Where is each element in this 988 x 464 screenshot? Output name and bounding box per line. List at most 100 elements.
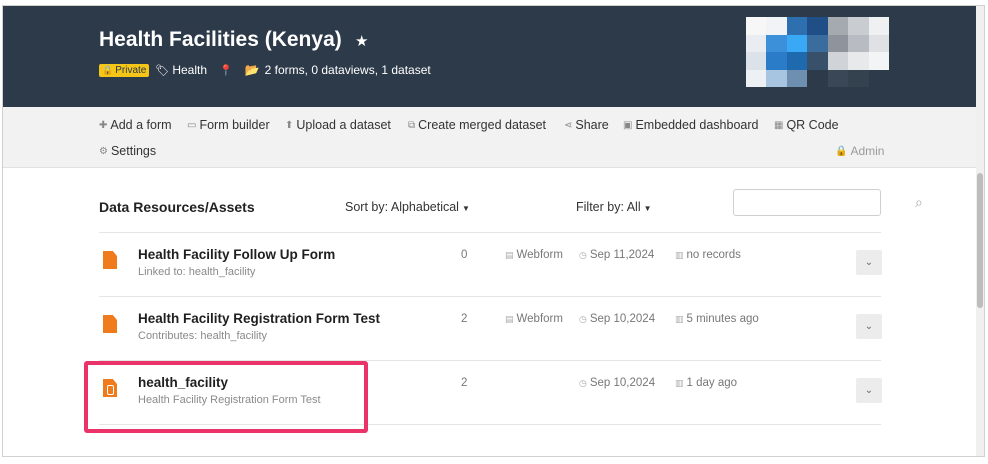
filter-dropdown[interactable]: Filter by: All ▼ [576, 200, 652, 214]
row-date: ◷ Sep 10,2024 [579, 313, 655, 325]
merge-icon: ⧉ [408, 119, 416, 131]
row-count: 2 [461, 313, 468, 325]
lock-icon: 🔒 [835, 145, 848, 157]
star-icon[interactable]: ★ [355, 32, 368, 50]
row-records-label: 5 minutes ago [686, 313, 759, 325]
settings-button[interactable]: ⚙ Settings [99, 144, 156, 158]
add-form-label: Add a form [110, 118, 172, 132]
form-builder-button[interactable]: ▭ Form builder [187, 118, 270, 132]
qr-code-icon: ▦ [774, 119, 784, 131]
upload-dataset-label: Upload a dataset [296, 118, 391, 132]
table-row[interactable]: Health Facility Follow Up Form Linked to… [99, 233, 882, 297]
divider [99, 424, 881, 425]
settings-label: Settings [110, 144, 157, 158]
tag-label: Health [172, 63, 207, 77]
project-title: Health Facilities (Kenya) [99, 28, 342, 51]
calendar-icon: ▥ [675, 250, 684, 260]
row-records-label: 1 day ago [686, 377, 738, 389]
row-subtitle: Contributes: health_facility [138, 330, 268, 342]
row-expand-button[interactable]: ⌄ [856, 250, 882, 275]
calendar-icon: ▥ [675, 378, 684, 388]
row-date: ◷ Sep 11,2024 [579, 249, 654, 261]
project-summary: 2 forms, 0 dataviews, 1 dataset [264, 63, 431, 77]
gear-icon: ⚙ [99, 145, 108, 157]
sort-prefix: Sort by: [345, 200, 391, 214]
search-input[interactable] [733, 189, 881, 216]
chevron-down-icon: ⌄ [864, 321, 874, 332]
row-records-label: no records [686, 249, 741, 261]
row-records: ▥ 1 day ago [675, 377, 737, 389]
row-type-label: Webform [516, 313, 563, 325]
form-builder-label: Form builder [199, 118, 270, 132]
chevron-down-icon: ⌄ [864, 257, 874, 268]
sort-value: Alphabetical [390, 200, 459, 214]
upload-icon: ⬆ [285, 119, 294, 131]
create-merged-dataset-button[interactable]: ⧉ Create merged dataset [408, 118, 546, 132]
row-expand-button[interactable]: ⌄ [856, 378, 882, 403]
clock-icon: ◷ [579, 250, 587, 260]
folder-icon: 📂 [244, 63, 260, 77]
dashboard-icon: ▣ [623, 119, 633, 131]
project-meta: 🔒 Private 🏷 Health 📍 📂 2 forms, 0 datavi… [99, 63, 431, 77]
row-title[interactable]: health_facility [138, 375, 228, 390]
row-count: 0 [461, 249, 468, 261]
share-label: Share [575, 118, 609, 132]
clock-icon: ◷ [579, 314, 587, 324]
window-icon: ▭ [187, 119, 197, 131]
qr-code-button[interactable]: ▦ QR Code [774, 118, 839, 132]
chevron-down-icon: ▼ [461, 204, 470, 213]
tag-icon: 🏷 [155, 64, 170, 77]
search-icon[interactable]: ⌕ [915, 194, 923, 211]
admin-role: 🔒 Admin [835, 144, 884, 158]
dataset-file-icon [103, 379, 117, 397]
avatar[interactable] [746, 17, 889, 87]
row-date-label: Sep 10,2024 [589, 377, 656, 389]
embedded-dashboard-label: Embedded dashboard [635, 118, 759, 132]
project-tag[interactable]: 🏷 Health [155, 63, 207, 77]
private-label: Private [115, 64, 147, 76]
chevron-down-icon: ⌄ [864, 385, 874, 396]
row-title[interactable]: Health Facility Follow Up Form [138, 247, 335, 262]
sort-dropdown[interactable]: Sort by: Alphabetical ▼ [345, 200, 470, 214]
row-type-label: Webform [516, 249, 563, 261]
row-title[interactable]: Health Facility Registration Form Test [138, 311, 380, 326]
form-file-icon [103, 251, 117, 269]
row-date-label: Sep 11,2024 [589, 249, 655, 261]
row-records: ▥ no records [675, 249, 741, 261]
row-type: ▤ Webform [505, 249, 563, 261]
project-toolbar: ✚ Add a form ▭ Form builder ⬆ Upload a d… [3, 107, 984, 168]
embedded-dashboard-button[interactable]: ▣ Embedded dashboard [623, 118, 758, 132]
scrollbar-thumb[interactable] [977, 173, 983, 308]
plus-icon: ✚ [99, 119, 108, 131]
row-records: ▥ 5 minutes ago [675, 313, 759, 325]
scrollbar[interactable] [976, 6, 984, 456]
resources-title: Data Resources/Assets [99, 199, 255, 215]
row-subtitle: Linked to: health_facility [138, 266, 256, 278]
chevron-down-icon: ▼ [643, 204, 652, 213]
clock-icon: ◷ [579, 378, 587, 388]
row-expand-button[interactable]: ⌄ [856, 314, 882, 339]
upload-dataset-button[interactable]: ⬆ Upload a dataset [285, 118, 391, 132]
form-file-icon [103, 315, 117, 333]
share-button[interactable]: ⋖ Share [564, 118, 609, 132]
add-form-button[interactable]: ✚ Add a form [99, 118, 172, 132]
project-header: Health Facilities (Kenya) ★ 🔒 Private 🏷 … [3, 6, 984, 107]
row-subtitle: Health Facility Registration Form Test [138, 394, 321, 406]
document-icon: ▤ [505, 314, 514, 324]
create-merged-label: Create merged dataset [418, 118, 546, 132]
table-row[interactable]: Health Facility Registration Form Test C… [99, 297, 882, 361]
calendar-icon: ▥ [675, 314, 684, 324]
qr-code-label: QR Code [786, 118, 839, 132]
table-row[interactable]: health_facility Health Facility Registra… [99, 361, 882, 425]
row-type: ▤ Webform [505, 313, 563, 325]
row-count: 2 [461, 377, 468, 389]
filter-prefix: Filter by: [576, 200, 627, 214]
row-date: ◷ Sep 10,2024 [579, 377, 655, 389]
map-pin-icon[interactable]: 📍 [219, 64, 233, 77]
private-badge: 🔒 Private [99, 63, 150, 77]
admin-label: Admin [850, 144, 885, 158]
document-icon: ▤ [505, 250, 514, 260]
share-icon: ⋖ [564, 119, 573, 131]
filter-value: All [626, 200, 641, 214]
row-date-label: Sep 10,2024 [589, 313, 656, 325]
